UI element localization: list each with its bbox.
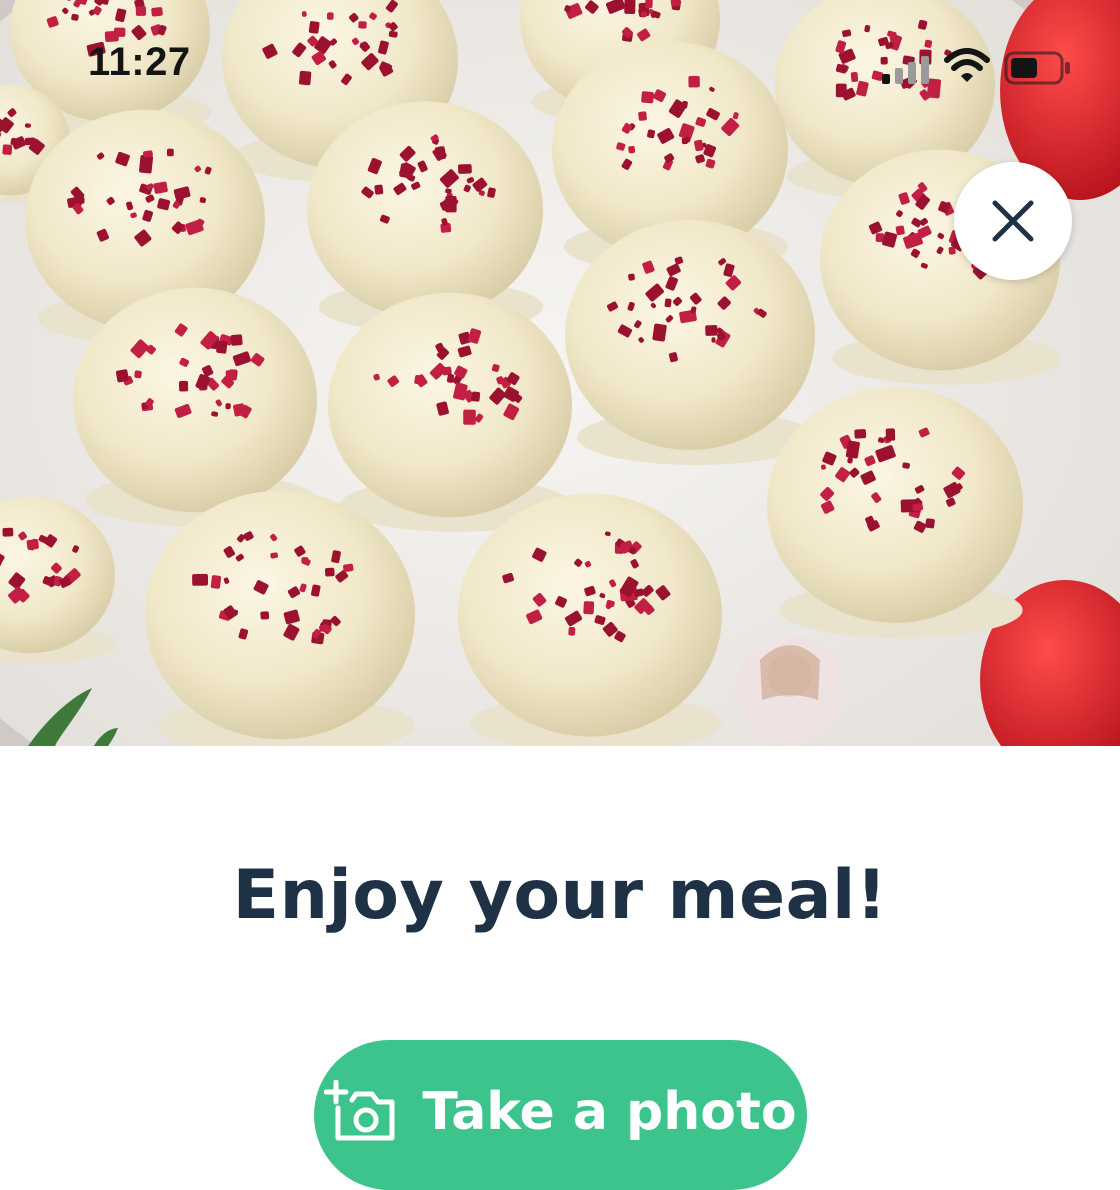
raspberry-crumb — [116, 369, 129, 383]
raspberry-crumb — [2, 144, 12, 155]
close-icon — [990, 198, 1036, 244]
take-photo-label: Take a photo — [422, 1082, 796, 1142]
raspberry-crumb — [458, 164, 472, 174]
page-title: Enjoy your meal! — [0, 856, 1120, 935]
raspberry-crumb — [216, 341, 228, 354]
truffle — [307, 101, 543, 318]
take-photo-content: Take a photo — [324, 1080, 796, 1144]
truffle — [458, 494, 722, 737]
raspberry-crumb — [25, 123, 31, 127]
raspberry-crumb — [652, 323, 667, 341]
raspberry-crumb — [664, 298, 671, 307]
truffle — [565, 220, 815, 450]
raspberry-crumb — [886, 428, 896, 441]
raspberry-crumb — [628, 146, 635, 154]
raspberry-crumb — [374, 184, 383, 195]
raspberry-crumb — [211, 575, 222, 589]
signal-icon — [882, 54, 934, 84]
raspberry-crumb — [134, 370, 142, 378]
truffle — [767, 387, 1023, 623]
raspberry-crumb — [2, 528, 13, 537]
raspberry-crumb — [705, 325, 717, 336]
raspberry-crumb — [895, 225, 905, 235]
raspberry-crumb — [471, 391, 480, 402]
wifi-icon — [944, 48, 990, 84]
take-photo-button[interactable]: Take a photo — [314, 1040, 807, 1190]
raspberry-crumb — [583, 601, 594, 614]
raspberry-crumb — [925, 518, 935, 529]
raspberry-crumb — [568, 627, 575, 636]
truffle — [73, 288, 317, 512]
raspberry-crumb — [628, 273, 635, 281]
close-button[interactable] — [954, 162, 1072, 280]
raspberry-crumb — [846, 440, 861, 459]
raspberry-crumb — [854, 429, 866, 439]
battery-icon — [1004, 50, 1072, 86]
raspberry-crumb — [179, 381, 188, 392]
raspberry-crumb — [260, 611, 269, 619]
raspberry-crumb — [167, 149, 174, 157]
raspberry-crumb — [230, 334, 242, 346]
add-photo-icon — [324, 1080, 396, 1144]
status-bar: 11:27 — [0, 0, 1120, 120]
truffle — [328, 293, 572, 517]
raspberry-crumb — [343, 564, 354, 573]
raspberry-crumb — [325, 568, 335, 577]
watermark — [735, 635, 845, 745]
raspberry-crumb — [143, 150, 153, 158]
raspberry-crumb — [301, 557, 308, 564]
raspberry-crumb — [463, 410, 476, 425]
raspberry-crumb — [711, 337, 715, 342]
raspberry-crumb — [225, 403, 231, 409]
status-time: 11:27 — [88, 40, 191, 85]
raspberry-crumb — [153, 181, 168, 194]
raspberry-crumb — [192, 574, 208, 586]
raspberry-crumb — [139, 155, 153, 174]
truffle — [145, 491, 415, 739]
